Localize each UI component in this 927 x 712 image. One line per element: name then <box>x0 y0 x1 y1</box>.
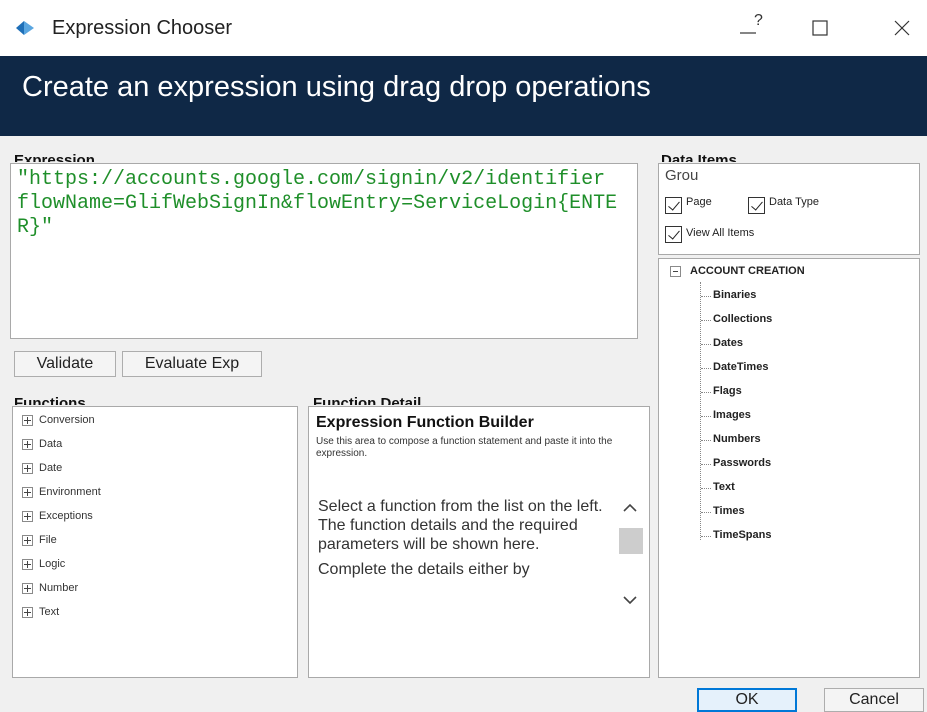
page-checkbox-label: Page <box>686 196 712 208</box>
cancel-button[interactable]: Cancel <box>824 688 924 712</box>
function-category-label: Environment <box>39 486 101 498</box>
banner-title: Create an expression using drag drop ope… <box>22 71 651 103</box>
expand-icon[interactable] <box>22 606 33 618</box>
data-item-node[interactable]: Collections <box>713 313 772 325</box>
tree-branch-line <box>701 320 711 321</box>
maximize-button[interactable] <box>798 8 842 48</box>
data-item-node[interactable]: DateTimes <box>713 361 768 373</box>
minimize-button[interactable]: ? <box>726 8 770 48</box>
close-button[interactable] <box>880 8 924 48</box>
view-all-items-checkbox[interactable] <box>665 226 682 243</box>
expand-icon[interactable] <box>22 558 33 570</box>
expand-icon[interactable] <box>22 534 33 546</box>
function-detail-paragraph-2: Complete the details either by <box>318 561 530 578</box>
expand-icon[interactable] <box>22 414 33 426</box>
function-category-label: Text <box>39 606 60 618</box>
expression-label: Expression <box>14 152 95 162</box>
close-icon <box>894 20 910 36</box>
function-category-item[interactable]: Data <box>22 438 62 450</box>
view-all-items-label: View All Items <box>686 227 755 239</box>
data-type-checkbox[interactable] <box>748 197 765 214</box>
function-category-item[interactable]: Logic <box>22 558 65 570</box>
tree-branch-line <box>701 488 711 489</box>
function-category-label: Date <box>39 462 63 474</box>
expand-icon[interactable] <box>22 486 33 498</box>
data-item-node[interactable]: Dates <box>713 337 743 349</box>
tree-branch-line <box>701 416 711 417</box>
function-category-item[interactable]: Number <box>22 582 78 594</box>
data-item-node[interactable]: Flags <box>713 385 742 397</box>
function-category-item[interactable]: Text <box>22 606 59 618</box>
tree-branch-line <box>701 368 711 369</box>
function-category-item[interactable]: Exceptions <box>22 510 93 522</box>
function-detail-label: Function Detail <box>313 395 422 405</box>
function-builder-title: Expression Function Builder <box>316 414 534 431</box>
collapse-icon[interactable] <box>670 266 681 277</box>
scrollbar-thumb[interactable] <box>619 528 643 554</box>
data-item-node[interactable]: Binaries <box>713 289 756 301</box>
maximize-icon <box>812 20 828 36</box>
data-item-node[interactable]: Times <box>713 505 745 517</box>
function-category-item[interactable]: Date <box>22 462 62 474</box>
expand-icon[interactable] <box>22 582 33 594</box>
app-icon <box>16 21 34 35</box>
validate-button[interactable]: Validate <box>14 351 116 377</box>
expand-icon[interactable] <box>22 462 33 474</box>
data-item-node[interactable]: Text <box>713 481 735 493</box>
data-item-node[interactable]: Passwords <box>713 457 771 469</box>
group-field[interactable]: Grou <box>665 167 698 184</box>
function-category-label: Conversion <box>39 414 95 426</box>
function-category-label: File <box>39 534 57 546</box>
window-title: Expression Chooser <box>52 17 233 39</box>
evaluate-expression-button[interactable]: Evaluate Exp <box>122 351 262 377</box>
function-category-label: Exceptions <box>39 510 93 522</box>
expand-icon[interactable] <box>22 438 33 450</box>
help-icon[interactable]: ? <box>754 12 763 30</box>
data-item-node[interactable]: Numbers <box>713 433 761 445</box>
page-checkbox[interactable] <box>665 197 682 214</box>
data-items-tree[interactable] <box>658 258 920 678</box>
tree-root-account-creation[interactable]: ACCOUNT CREATION <box>690 265 805 277</box>
tree-branch-line <box>701 464 711 465</box>
tree-branch-line <box>701 296 711 297</box>
function-category-item[interactable]: File <box>22 534 57 546</box>
tree-branch-line <box>701 512 711 513</box>
tree-branch-line <box>701 344 711 345</box>
function-category-item[interactable]: Conversion <box>22 414 95 426</box>
tree-branch-line <box>701 392 711 393</box>
data-item-node[interactable]: Images <box>713 409 751 421</box>
data-item-node[interactable]: TimeSpans <box>713 529 772 541</box>
tree-branch-line <box>701 440 711 441</box>
function-category-label: Number <box>39 582 79 594</box>
tree-branch-line <box>701 536 711 537</box>
scroll-down-icon[interactable] <box>622 594 638 606</box>
function-category-label: Data <box>39 438 63 450</box>
expand-icon[interactable] <box>22 510 33 522</box>
function-detail-paragraph: Select a function from the list on the l… <box>318 498 603 553</box>
function-category-label: Logic <box>39 558 66 570</box>
function-category-item[interactable]: Environment <box>22 486 101 498</box>
scroll-up-icon[interactable] <box>622 502 638 514</box>
data-type-checkbox-label: Data Type <box>769 196 819 208</box>
ok-button[interactable]: OK <box>697 688 797 712</box>
functions-label: Functions <box>14 395 86 405</box>
data-items-label: Data Items <box>661 152 737 162</box>
function-detail-text: Select a function from the list on the l… <box>318 497 608 579</box>
function-builder-subtitle: Use this area to compose a function stat… <box>316 436 613 459</box>
expression-editor[interactable]: "https://accounts.google.com/signin/v2/i… <box>10 163 638 339</box>
